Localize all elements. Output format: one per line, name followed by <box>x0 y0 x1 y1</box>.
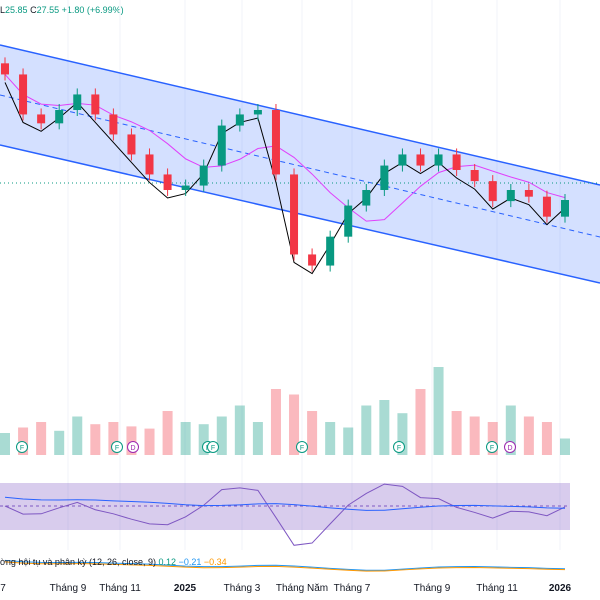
candle-body <box>561 200 569 217</box>
candle-body <box>434 154 443 166</box>
time-axis-label: Tháng 9 <box>49 583 87 594</box>
candle-body <box>326 236 335 266</box>
candle-body <box>109 114 118 135</box>
candle-body <box>181 185 190 190</box>
time-axis-label: Tháng 9 <box>413 583 451 594</box>
price-chart[interactable]: FFDFFFFFD <box>0 0 600 600</box>
candle-body <box>235 114 244 126</box>
volume-bar <box>72 416 83 455</box>
volume-bar <box>451 411 462 455</box>
candle-body <box>127 134 136 155</box>
macd-value-2: −0.21 <box>178 557 202 567</box>
event-marker-label: F <box>397 445 401 452</box>
candle-body <box>253 110 262 115</box>
candle-body <box>163 174 172 190</box>
volume-bar <box>541 422 552 455</box>
candle-body <box>73 94 82 110</box>
candle-body <box>470 170 479 182</box>
candle-body <box>416 154 425 166</box>
candle-body <box>362 190 371 206</box>
candle-body <box>452 154 461 170</box>
candle-body <box>1 63 9 75</box>
macd-value-1: 0.12 <box>158 557 177 567</box>
volume-bar <box>90 424 101 455</box>
time-axis-label: Tháng 11 <box>99 583 141 594</box>
time-axis-label: 2026 <box>548 583 572 594</box>
volume-bar <box>162 411 173 455</box>
time-axis-label: Tháng 3 <box>223 583 261 594</box>
event-marker-label: F <box>211 445 215 452</box>
event-marker-label: F <box>20 445 24 452</box>
macd-legend: ờng hội tụ và phân kỳ (12, 26, close, 9)… <box>0 557 227 567</box>
event-marker-label: F <box>300 445 304 452</box>
volume-bar <box>252 422 263 455</box>
time-axis-label: 2025 <box>173 583 197 594</box>
volume-bar <box>379 400 390 455</box>
volume-bar <box>307 411 318 455</box>
candle-body <box>271 110 280 175</box>
candle-body <box>91 94 100 115</box>
event-marker-label: D <box>130 445 135 452</box>
candle-body <box>344 205 353 237</box>
candle-body <box>19 74 28 115</box>
candle-body <box>506 190 515 202</box>
candle-body <box>290 174 299 255</box>
candle-body <box>199 165 208 186</box>
volume-bar <box>523 416 534 455</box>
volume-bar <box>180 422 191 455</box>
event-marker-label: D <box>507 445 512 452</box>
volume-bar <box>433 367 444 455</box>
candle-body <box>217 125 226 166</box>
candle-body <box>398 154 407 166</box>
macd-value-3: −0.34 <box>203 557 227 567</box>
candle-body <box>55 110 64 124</box>
volume-bar <box>469 416 480 455</box>
candle-body <box>524 190 533 197</box>
candle-body <box>488 181 497 202</box>
volume-bar <box>361 405 372 455</box>
candle-body <box>308 254 317 266</box>
volume-bar <box>144 428 155 455</box>
candle-body <box>37 114 46 124</box>
time-axis-label: 7 <box>0 583 6 594</box>
volume-bar <box>343 427 354 455</box>
volume-bar <box>415 389 426 455</box>
volume-bar <box>54 430 65 455</box>
time-axis-label: Tháng 7 <box>333 583 371 594</box>
volume-bar <box>0 433 10 455</box>
candle-body <box>542 196 551 217</box>
time-axis-label: Tháng 11 <box>476 583 518 594</box>
macd-title: ờng hội tụ và phân kỳ (12, 26, close, 9) <box>0 557 156 567</box>
volume-bar <box>36 422 47 455</box>
candle-body <box>380 165 389 190</box>
volume-bar <box>560 438 570 455</box>
time-axis-label: Tháng Năm <box>275 583 329 594</box>
volume-bar <box>270 389 281 455</box>
event-marker-label: F <box>115 445 119 452</box>
volume-bar <box>234 405 245 455</box>
candle-body <box>145 154 154 175</box>
event-marker-label: F <box>490 445 494 452</box>
volume-bar <box>325 422 336 455</box>
